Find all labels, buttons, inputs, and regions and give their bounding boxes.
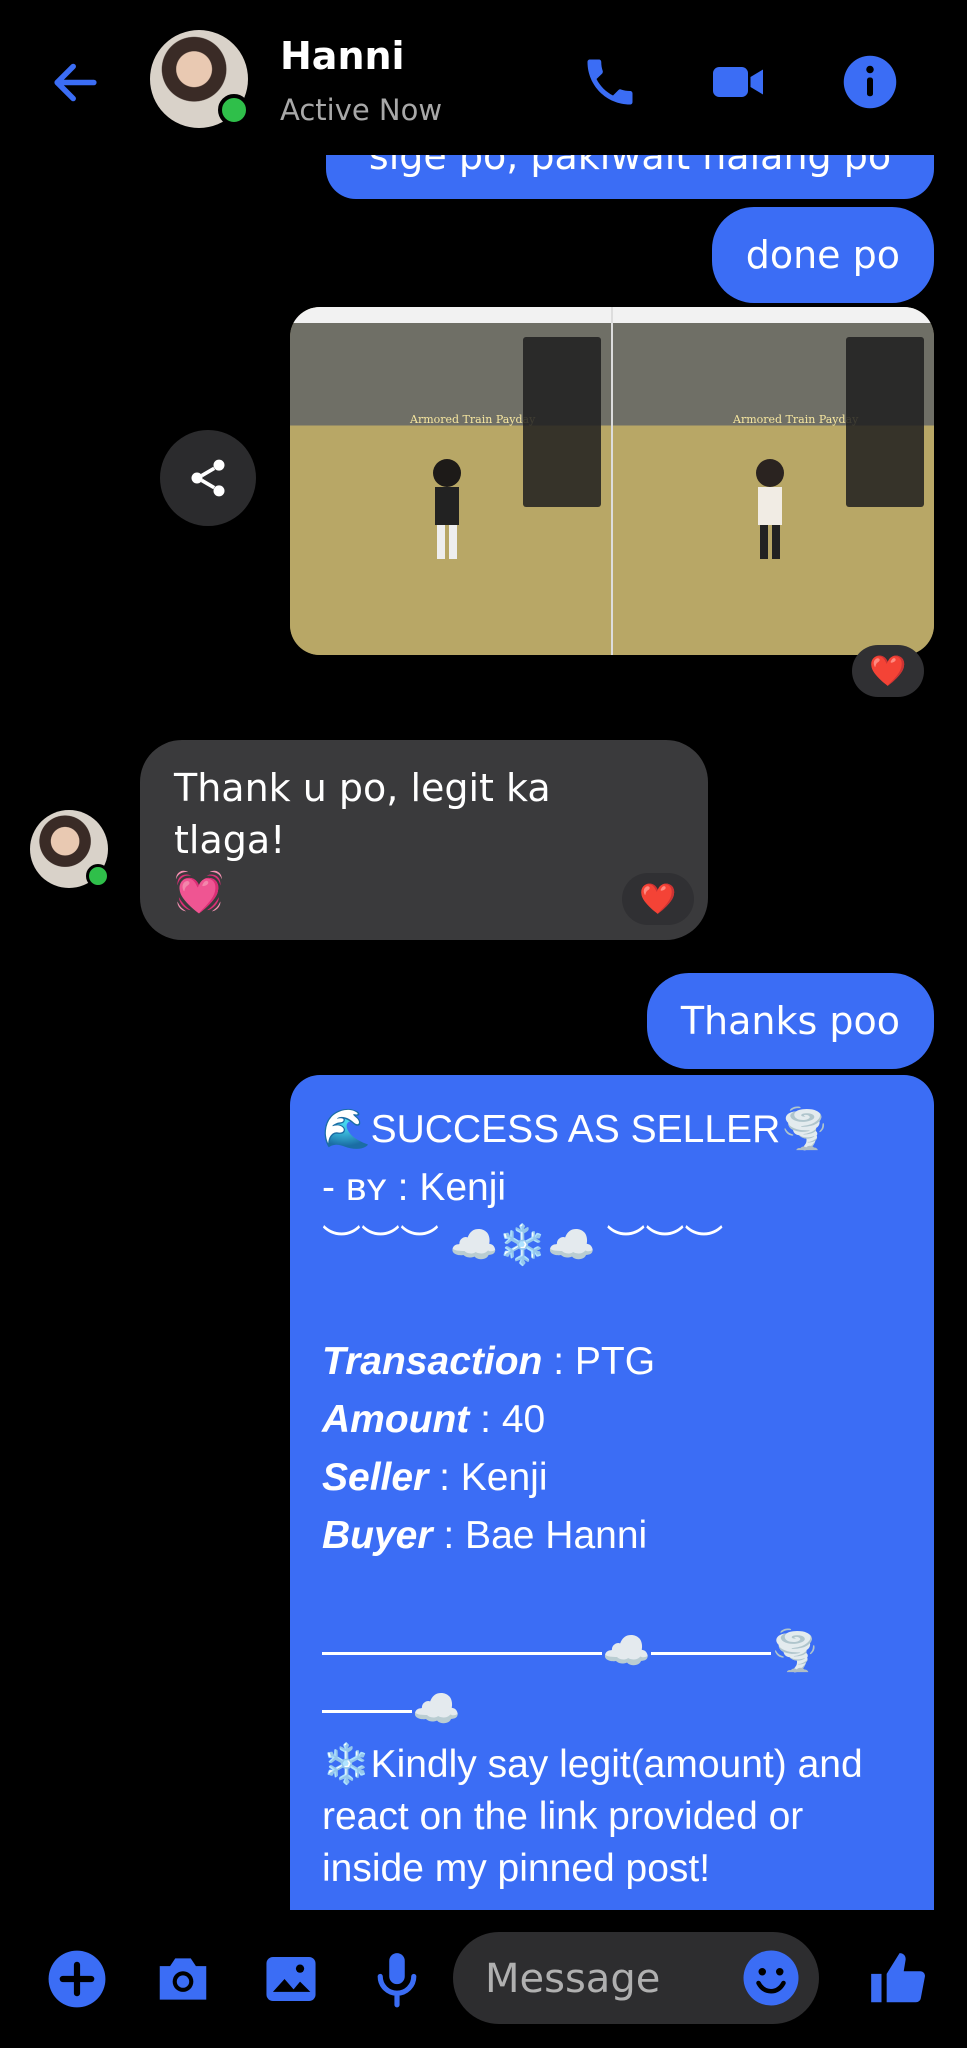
tornado-emoji-icon: 🌪️ <box>780 1108 829 1151</box>
wave-emoji-icon: 🌊 <box>322 1108 371 1151</box>
add-plus-icon[interactable] <box>46 1948 108 2010</box>
shared-image[interactable]: Armored Train Payday Armored Train Payda… <box>290 307 934 655</box>
note-text: Kindly say legit(amount) and react on th… <box>322 1743 863 1890</box>
divider-line <box>322 1652 602 1656</box>
info-icon[interactable] <box>840 52 900 112</box>
share-icon <box>191 459 225 497</box>
game-character-icon <box>433 459 461 559</box>
microphone-icon[interactable] <box>366 1948 428 2010</box>
seller-value: : Kenji <box>428 1456 548 1499</box>
phone-call-icon[interactable] <box>580 52 640 112</box>
buyer-row: Buyer : Bae Hanni <box>322 1507 902 1565</box>
buyer-label: Buyer <box>322 1514 433 1557</box>
emoji-smiley-icon[interactable] <box>741 1948 801 2008</box>
amount-row: Amount : 40 <box>322 1391 902 1449</box>
transaction-message-card[interactable]: 🌊SUCCESS AS SELLER🌪️ - ʙʏ : Kenji ︶︶︶ ☁️… <box>290 1075 934 1910</box>
game-menu-panel <box>523 337 601 507</box>
sender-avatar[interactable] <box>30 810 110 888</box>
contact-avatar[interactable] <box>150 30 250 128</box>
cloud-emoji-icon: ☁️ <box>412 1688 461 1731</box>
online-indicator <box>86 864 110 888</box>
message-text: Thank u po, legit ka tlaga! <box>174 766 551 862</box>
game-character-icon <box>756 459 784 559</box>
card-title-row: 🌊SUCCESS AS SELLER🌪️ <box>322 1101 902 1159</box>
window-bar <box>290 307 611 323</box>
heart-reaction-icon: ❤️ <box>639 881 677 917</box>
thumbs-up-icon[interactable] <box>866 1948 928 2010</box>
seller-row: Seller : Kenji <box>322 1449 902 1507</box>
video-call-icon[interactable] <box>708 52 768 112</box>
card-divider: ︶︶︶ ☁️❄️☁️ ︶︶︶ <box>322 1224 724 1267</box>
game-screenshot-left: Armored Train Payday <box>290 307 613 655</box>
decorative-line: ☁️ <box>322 1681 902 1739</box>
seller-label: Seller <box>322 1456 429 1499</box>
card-note: ❄️Kindly say legit(amount) and react on … <box>322 1739 902 1895</box>
game-menu-panel <box>846 337 924 507</box>
card-title: SUCCESS AS SELLER <box>370 1108 781 1151</box>
game-screenshot-right: Armored Train Payday <box>613 307 934 655</box>
message-list[interactable]: sige po, pakiwait nalang po done po Armo… <box>0 155 967 1910</box>
message-bubble-outgoing[interactable]: sige po, pakiwait nalang po <box>326 155 934 199</box>
by-prefix: - ʙʏ : <box>322 1166 420 1209</box>
transaction-label: Transaction <box>322 1340 543 1383</box>
divider-line <box>650 1652 771 1656</box>
chat-header: Hanni Active Now <box>0 0 967 155</box>
reaction-badge[interactable]: ❤️ <box>852 645 924 697</box>
message-bubble-outgoing[interactable]: done po <box>711 207 934 303</box>
decorative-line: ☁️ 🌪️ <box>322 1623 902 1681</box>
heart-emoji-icon: 💓 <box>174 869 224 915</box>
cloud-emoji-icon: ☁️ <box>602 1630 651 1673</box>
snowflake-emoji-icon: ❄️ <box>322 1743 371 1786</box>
amount-value: : 40 <box>469 1398 546 1441</box>
active-status: Active Now <box>280 93 443 127</box>
message-input-container <box>453 1932 819 2026</box>
message-bubble-outgoing[interactable]: Thanks poo <box>646 973 934 1069</box>
contact-name[interactable]: Hanni <box>280 34 405 78</box>
camera-icon[interactable] <box>152 1948 214 2010</box>
message-text: done po <box>745 233 900 277</box>
buyer-value: : Bae Hanni <box>432 1514 648 1557</box>
back-arrow-icon[interactable] <box>48 55 103 110</box>
reaction-badge[interactable]: ❤️ <box>622 873 694 925</box>
composer-bar <box>0 1910 967 2048</box>
message-input[interactable] <box>483 1932 727 2026</box>
message-text: sige po, pakiwait nalang po <box>368 155 892 178</box>
game-label: Armored Train Payday <box>733 413 859 426</box>
online-indicator <box>218 94 250 126</box>
message-bubble-incoming[interactable]: Thank u po, legit ka tlaga! 💓 <box>140 740 708 940</box>
tornado-emoji-icon: 🌪️ <box>770 1630 820 1673</box>
share-button[interactable] <box>160 430 256 526</box>
by-name: Kenji <box>419 1166 507 1209</box>
divider-line <box>322 1710 412 1714</box>
transaction-row: Transaction : PTG <box>322 1333 902 1391</box>
gallery-image-icon[interactable] <box>260 1948 322 2010</box>
heart-reaction-icon: ❤️ <box>869 653 907 689</box>
card-by-row: - ʙʏ : Kenji <box>322 1159 902 1217</box>
message-text: Thanks poo <box>680 999 900 1043</box>
amount-label: Amount <box>322 1398 470 1441</box>
transaction-value: : PTG <box>542 1340 656 1383</box>
game-label: Armored Train Payday <box>410 413 536 426</box>
window-bar <box>613 307 934 323</box>
